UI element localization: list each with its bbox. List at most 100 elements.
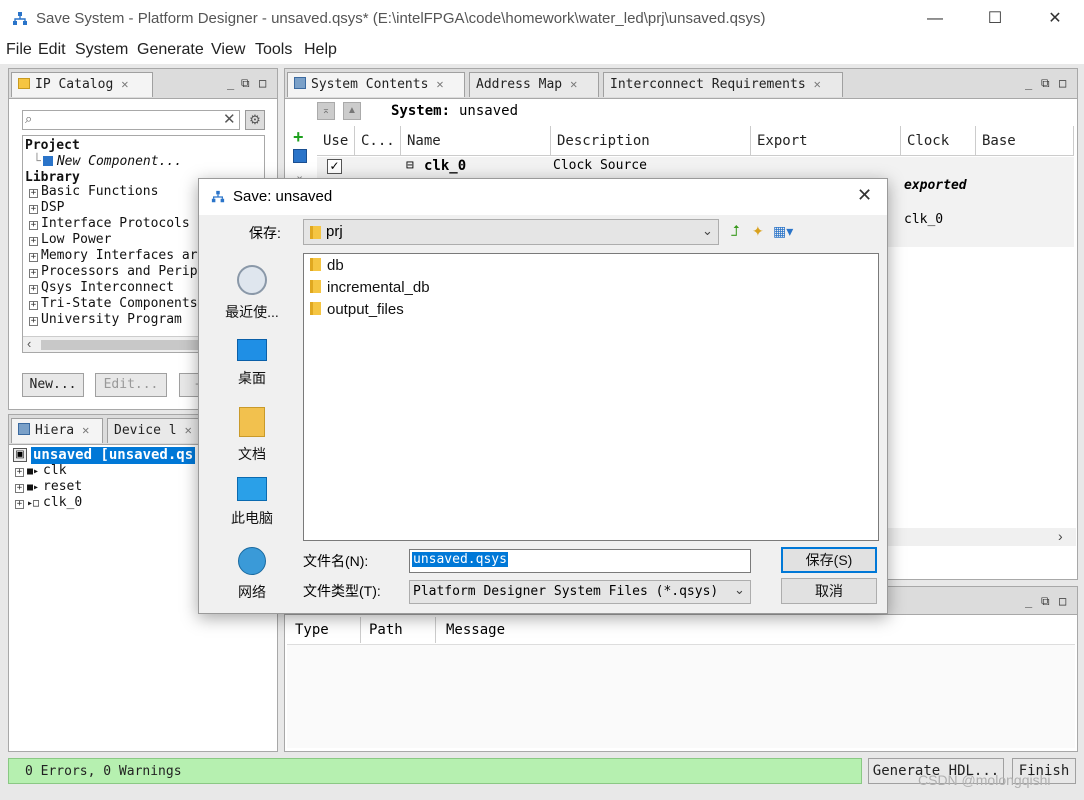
col-export[interactable]: Export [751, 126, 901, 156]
minimize-panel-icon[interactable]: _ [1025, 76, 1032, 90]
tree-new-component[interactable]: └ New Component... [33, 154, 182, 169]
collapse-icon[interactable]: ⌅ [317, 102, 335, 120]
tab-device[interactable]: Device l ✕ [107, 418, 199, 443]
tab-interconnect-requirements[interactable]: Interconnect Requirements ✕ [603, 72, 843, 97]
filetype-select[interactable]: Platform Designer System Files (*.qsys) … [409, 580, 751, 604]
close-tab-icon[interactable]: ✕ [121, 77, 128, 91]
close-tab-icon[interactable]: ✕ [814, 77, 821, 91]
scroll-left-icon[interactable]: ‹ [27, 336, 31, 351]
tree-item-processors[interactable]: + Processors and Perip [29, 264, 198, 279]
minimize-button[interactable]: — [912, 6, 958, 32]
place-this-pc[interactable]: 此电脑 [207, 477, 297, 528]
place-recent[interactable]: 最近使... [207, 265, 297, 322]
tree-item-low-power[interactable]: + Low Power [29, 232, 111, 247]
close-tab-icon[interactable]: ✕ [436, 77, 443, 91]
tab-device-label: Device l [114, 423, 177, 438]
hierarchy-item-reset[interactable]: + ■▸ reset [15, 479, 82, 494]
col-name[interactable]: Name [401, 126, 551, 156]
scroll-right-icon[interactable]: › [1058, 528, 1063, 544]
filename-input[interactable]: unsaved.qsys [409, 549, 751, 573]
hierarchy-item-clk[interactable]: + ■▸ clk [15, 463, 67, 478]
file-item-output-files[interactable]: output_files [310, 301, 404, 318]
maximize-panel-icon[interactable]: □ [259, 76, 266, 90]
expand-row-icon[interactable]: ⊟ [406, 158, 414, 173]
folder-icon [310, 302, 321, 315]
module-icon: ▸□ [27, 498, 40, 509]
save-button[interactable]: 保存(S) [781, 547, 877, 573]
col-use[interactable]: Use [317, 126, 355, 156]
col-base[interactable]: Base [976, 126, 1074, 156]
menu-file[interactable]: File [6, 41, 32, 59]
view-menu-icon[interactable]: ▦▾ [773, 223, 793, 240]
col-description[interactable]: Description [551, 126, 751, 156]
menu-view[interactable]: View [211, 41, 245, 59]
tree-item-basic-functions[interactable]: + Basic Functions [29, 184, 158, 199]
tab-hierarchy[interactable]: Hiera ✕ [11, 418, 103, 443]
tree-item-dsp[interactable]: + DSP [29, 200, 64, 215]
menu-edit[interactable]: Edit [38, 41, 66, 59]
dialog-titlebar: Save: unsaved ✕ [199, 179, 887, 215]
float-panel-icon[interactable]: ⧉ [1041, 76, 1050, 91]
file-item-db[interactable]: db [310, 257, 344, 274]
system-icon: ▣ [13, 448, 27, 462]
save-in-label: 保存: [249, 225, 281, 241]
cancel-button[interactable]: 取消 [781, 578, 877, 604]
tab-system-contents[interactable]: System Contents ✕ [287, 72, 465, 97]
tab-address-map[interactable]: Address Map ✕ [469, 72, 599, 97]
menu-help[interactable]: Help [304, 41, 337, 59]
col-connections[interactable]: C... [355, 126, 401, 156]
add-component-icon[interactable]: + [293, 127, 304, 148]
window-title: Save System - Platform Designer - unsave… [36, 10, 766, 27]
close-tab-icon[interactable]: ✕ [185, 423, 192, 437]
catalog-icon [18, 78, 30, 89]
tree-item-interface-protocols[interactable]: + Interface Protocols [29, 216, 190, 231]
status-text: 0 Errors, 0 Warnings [8, 758, 862, 784]
new-button[interactable]: New... [22, 373, 84, 397]
tree-item-memory-interfaces[interactable]: + Memory Interfaces ar [29, 248, 198, 263]
edit-button[interactable]: Edit... [95, 373, 167, 397]
gear-icon[interactable]: ⚙ [245, 110, 265, 130]
float-panel-icon[interactable]: ⧉ [1041, 594, 1050, 609]
scroll-thumb[interactable] [41, 340, 201, 350]
tree-item-university-program[interactable]: + University Program [29, 312, 182, 327]
chevron-down-icon: ⌄ [702, 223, 713, 238]
new-folder-icon[interactable]: ✦ [752, 223, 764, 240]
hierarchy-item-clk0[interactable]: + ▸□ clk_0 [15, 495, 82, 510]
close-button[interactable]: ✕ [1032, 6, 1078, 32]
use-checkbox[interactable]: ✓ [327, 159, 342, 174]
col-type[interactable]: Type [289, 617, 361, 643]
col-path[interactable]: Path [361, 617, 436, 643]
menu-system[interactable]: System [75, 41, 128, 59]
maximize-button[interactable]: ☐ [972, 6, 1018, 32]
up-folder-icon[interactable]: ⮥ [731, 223, 740, 240]
menu-generate[interactable]: Generate [137, 41, 204, 59]
network-icon [238, 547, 266, 575]
maximize-panel-icon[interactable]: □ [1059, 76, 1066, 90]
ip-search-input[interactable]: ⌕ ✕ [22, 110, 240, 130]
minimize-panel-icon[interactable]: _ [1025, 594, 1032, 608]
tree-item-qsys-interconnect[interactable]: + Qsys Interconnect [29, 280, 174, 295]
dialog-close-icon[interactable]: ✕ [857, 185, 872, 206]
col-message[interactable]: Message [436, 617, 736, 643]
col-clock[interactable]: Clock [901, 126, 976, 156]
tree-item-tri-state[interactable]: + Tri-State Components [29, 296, 198, 311]
minimize-panel-icon[interactable]: _ [227, 76, 234, 90]
float-panel-icon[interactable]: ⧉ [241, 76, 250, 91]
system-hscrollbar[interactable]: › [888, 528, 1076, 546]
menu-tools[interactable]: Tools [255, 41, 292, 59]
clear-search-icon[interactable]: ✕ [223, 110, 236, 128]
save-in-select[interactable]: prj ⌄ [303, 219, 719, 245]
filename-value: unsaved.qsys [412, 552, 508, 567]
file-item-incremental-db[interactable]: incremental_db [310, 279, 430, 296]
place-desktop[interactable]: 桌面 [207, 339, 297, 388]
chevron-down-icon: ⌄ [734, 582, 745, 597]
maximize-panel-icon[interactable]: □ [1059, 594, 1066, 608]
place-network[interactable]: 网络 [207, 547, 297, 602]
close-tab-icon[interactable]: ✕ [570, 77, 577, 91]
tab-ip-catalog[interactable]: IP Catalog ✕ [11, 72, 153, 97]
system-tabbar: System Contents ✕ Address Map ✕ Interconne… [285, 69, 1077, 99]
place-documents[interactable]: 文档 [207, 407, 297, 464]
close-tab-icon[interactable]: ✕ [82, 423, 89, 437]
move-up-icon[interactable]: ▲ [343, 102, 361, 120]
connect-icon[interactable] [293, 149, 307, 163]
